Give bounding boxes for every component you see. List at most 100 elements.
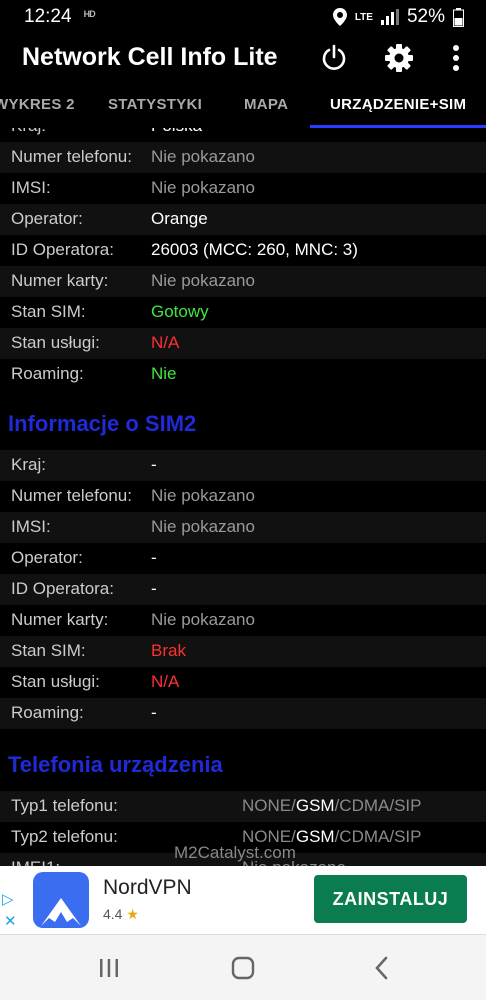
row-value: - — [151, 548, 157, 567]
ad-title: NordVPN — [103, 876, 192, 899]
list-item: Stan usługi: N/A — [0, 328, 486, 359]
row-value: Nie pokazano — [151, 147, 255, 166]
row-label: Numer karty: — [11, 271, 109, 290]
list-item: Roaming: Nie — [0, 359, 486, 390]
system-nav-bar — [0, 934, 486, 1000]
clock: 12:24 — [24, 6, 72, 27]
row-label: Stan usługi: — [11, 333, 100, 352]
row-label: Kraj: — [11, 128, 46, 136]
star-icon: ★ — [126, 906, 139, 922]
tab-mapa[interactable]: MAPA — [244, 96, 288, 113]
ad-rating: 4.4 ★ — [103, 906, 139, 923]
row-label: IMSI: — [11, 517, 51, 536]
row-label: ID Operatora: — [11, 240, 114, 259]
battery-percent: 52% — [406, 6, 445, 27]
location-icon — [332, 8, 347, 26]
row-label: Operator: — [11, 209, 83, 228]
list-item: Stan SIM: Brak — [0, 636, 486, 667]
row-label: IMSI: — [11, 178, 51, 197]
more-vert-icon — [453, 45, 459, 71]
row-value: - — [151, 455, 157, 474]
back-icon — [375, 956, 388, 980]
list-item: Kraj: - — [0, 450, 486, 481]
list-item: IMSI: Nie pokazano — [0, 173, 486, 204]
status-icons: LTE 52% — [332, 6, 464, 28]
home-button[interactable] — [228, 953, 258, 983]
power-button[interactable] — [316, 40, 352, 76]
row-label: Operator: — [11, 548, 83, 567]
value-highlight: GSM — [295, 796, 335, 815]
home-icon — [231, 956, 255, 980]
section-title-sim2: Informacje o SIM2 — [8, 411, 197, 436]
overflow-menu-button[interactable] — [438, 40, 474, 76]
install-button[interactable]: ZAINSTALUJ — [314, 875, 467, 923]
gear-icon — [385, 44, 413, 72]
row-value: Polska — [151, 128, 202, 136]
row-label: Typ2 telefonu: — [11, 827, 118, 846]
value-highlight: GSM — [295, 827, 335, 846]
adchoices-icon[interactable]: ▷ — [2, 890, 14, 908]
power-icon — [322, 44, 346, 70]
network-type: LTE — [354, 11, 373, 23]
list-item: Operator: Orange — [0, 204, 486, 235]
list-item: Stan SIM: Gotowy — [0, 297, 486, 328]
recent-apps-button[interactable] — [94, 953, 124, 983]
list-item: Typ1 telefonu: NONE/GSM/CDMA/SIP — [0, 791, 486, 822]
row-value: - — [151, 579, 157, 598]
tab-statystyki[interactable]: STATYSTYKI — [108, 96, 202, 113]
row-value: Gotowy — [151, 302, 209, 321]
app-bar: Network Cell Info Lite — [0, 34, 486, 82]
list-item: Numer telefonu: Nie pokazano — [0, 142, 486, 173]
back-button[interactable] — [366, 953, 396, 983]
list-item: Numer telefonu: Nie pokazano — [0, 481, 486, 512]
list-item: Operator: - — [0, 543, 486, 574]
row-value: N/A — [151, 333, 180, 352]
ad-banner[interactable]: ▷ ✕ NordVPN 4.4 ★ ZAINSTALUJ — [0, 866, 486, 934]
row-label: Stan usługi: — [11, 672, 100, 691]
row-value: Nie pokazano — [151, 610, 255, 629]
hd-voice-icon: ᴴᴰ — [84, 8, 96, 23]
row-value: N/A — [151, 672, 180, 691]
settings-button[interactable] — [381, 40, 417, 76]
row-label: Typ1 telefonu: — [11, 796, 118, 815]
tab-urzadzenie-sim[interactable]: URZĄDZENIE+SIM — [330, 96, 466, 113]
row-label: Stan SIM: — [11, 641, 86, 660]
close-icon[interactable]: ✕ — [4, 912, 17, 930]
list-item: Kraj: Polska — [0, 128, 486, 142]
content-scroll[interactable]: Kraj:Polska Numer telefonu:Nie pokazano … — [0, 128, 486, 866]
mountain-icon — [41, 898, 81, 926]
row-label: Roaming: — [11, 703, 84, 722]
row-label: Roaming: — [11, 364, 84, 383]
value-part: /CDMA/SIP — [334, 796, 422, 815]
signal-icon — [380, 9, 399, 25]
list-item: IMSI: Nie pokazano — [0, 512, 486, 543]
list-item: ID Operatora: - — [0, 574, 486, 605]
tab-wykres2[interactable]: WYKRES 2 — [0, 96, 75, 113]
row-value: NONE/GSM/CDMA/SIP — [242, 796, 421, 816]
app-title: Network Cell Info Lite — [22, 43, 278, 71]
row-value: Nie pokazano — [151, 517, 255, 536]
tab-bar: WYKRES 2 STATYSTYKI MAPA URZĄDZENIE+SIM — [0, 88, 486, 128]
row-label: Kraj: — [11, 455, 46, 474]
section-title-telephony: Telefonia urządzenia — [8, 752, 223, 777]
row-value: - — [151, 703, 157, 722]
value-part: NONE/ — [242, 796, 296, 815]
row-value: Nie pokazano — [151, 486, 255, 505]
row-label: IMEI1: — [11, 858, 60, 866]
status-bar: 12:24 ᴴᴰ LTE 52% — [0, 0, 486, 34]
row-value: Nie pokazano — [151, 178, 255, 197]
battery-icon — [453, 7, 464, 27]
row-label: Numer karty: — [11, 610, 109, 629]
row-label: ID Operatora: — [11, 579, 114, 598]
row-value: 26003 (MCC: 260, MNC: 3) — [151, 240, 358, 259]
row-value: Nie — [151, 364, 177, 383]
list-item: Numer karty: Nie pokazano — [0, 605, 486, 636]
rating-value: 4.4 — [103, 906, 123, 922]
row-label: Stan SIM: — [11, 302, 86, 321]
row-value: Brak — [151, 641, 186, 660]
row-value: Orange — [151, 209, 208, 228]
list-item: Numer karty: Nie pokazano — [0, 266, 486, 297]
list-item: Roaming: - — [0, 698, 486, 729]
value-part: /CDMA/SIP — [334, 827, 422, 846]
list-item: ID Operatora: 26003 (MCC: 260, MNC: 3) — [0, 235, 486, 266]
